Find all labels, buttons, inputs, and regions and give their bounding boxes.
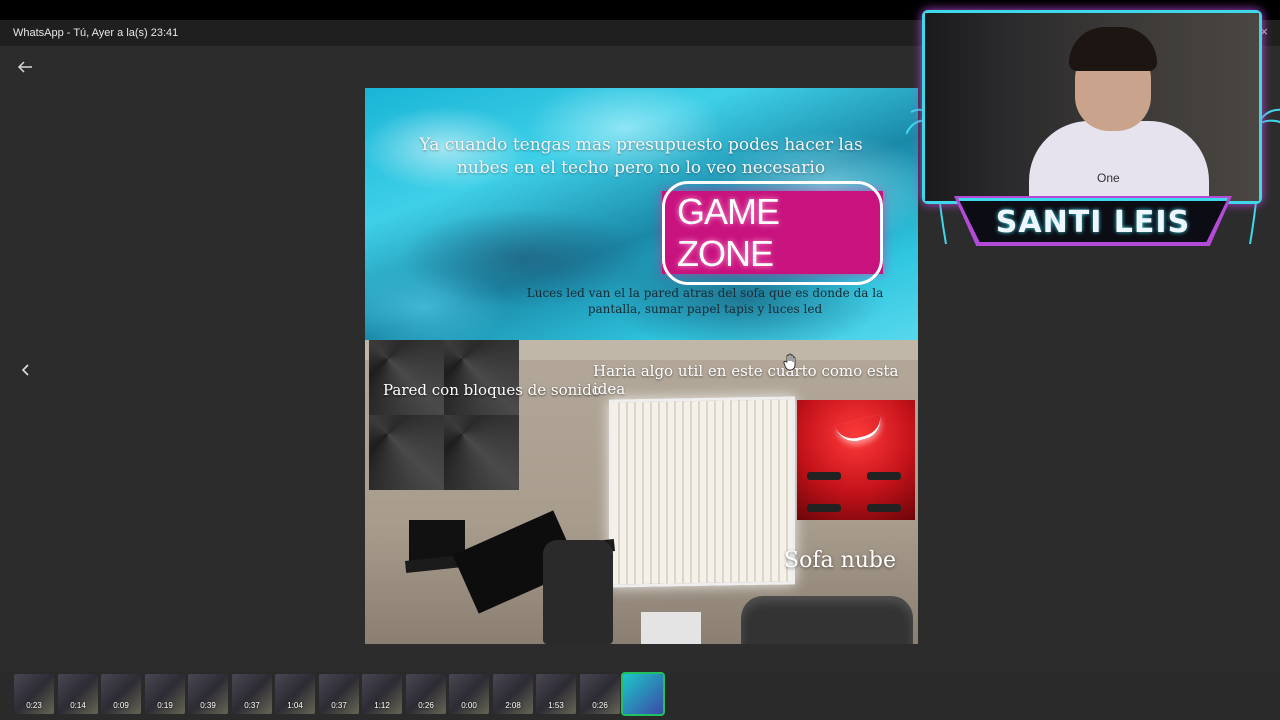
sky-section: Ya cuando tengas mas presupuesto podes h… [365, 88, 918, 340]
thumbnail-duration: 0:39 [200, 701, 216, 710]
media-thumbnail[interactable]: 0:39 [188, 674, 228, 714]
thumbnail-strip: 0:23 0:14 0:09 0:19 0:39 0:37 1:04 0:37 1:12 0:26… [0, 672, 1280, 720]
swoosh-icon [835, 414, 885, 446]
thumbnail-duration: 0:19 [157, 701, 173, 710]
sofa-label: Sofa nube [784, 548, 897, 573]
thumbnail-duration: 0:26 [418, 701, 434, 710]
thumbnail-duration: 2:08 [505, 701, 521, 710]
window-title: WhatsApp - Tú, Ayer a la(s) 23:41 [13, 27, 179, 39]
media-thumbnail[interactable]: 0:37 [232, 674, 272, 714]
thumbnail-duration: 0:23 [26, 701, 42, 710]
game-zone-sign: GAME ZONE [662, 180, 883, 285]
media-thumbnail[interactable]: 0:00 [449, 674, 489, 714]
arrow-left-icon [17, 61, 32, 73]
media-thumbnail[interactable]: 1:12 [362, 674, 402, 714]
shelf [867, 472, 901, 480]
media-image[interactable]: Ya cuando tengas mas presupuesto podes h… [365, 88, 918, 644]
thumbnail-duration: 0:09 [113, 701, 129, 710]
person-hair [1069, 27, 1157, 71]
thumbnail-duration: 0:00 [461, 701, 477, 710]
webcam-video: One [925, 13, 1259, 201]
cloud-sofa [741, 596, 913, 644]
thumbnail-duration: 0:14 [70, 701, 86, 710]
shirt-logo: One [1097, 171, 1120, 185]
media-thumbnail[interactable]: 0:14 [58, 674, 98, 714]
pc-case [641, 612, 701, 644]
webcam-overlay: One SANTI LEIS [906, 0, 1280, 250]
thumbnail-duration: 1:04 [287, 701, 303, 710]
media-thumbnail[interactable]: 2:08 [493, 674, 533, 714]
media-thumbnail[interactable]: 0:19 [145, 674, 185, 714]
streamer-name: SANTI LEIS [995, 205, 1191, 240]
person-body [1029, 121, 1209, 201]
media-thumbnail[interactable]: 0:37 [319, 674, 359, 714]
neon-sign-text: GAME ZONE [662, 180, 883, 285]
thumbnail-duration: 0:26 [592, 701, 608, 710]
media-thumbnail[interactable]: 1:04 [275, 674, 315, 714]
shelf [807, 504, 841, 512]
previous-media-button[interactable] [16, 360, 36, 380]
media-thumbnail[interactable] [621, 672, 665, 716]
room-section: Pared con bloques de sonido Haria algo u… [365, 340, 918, 644]
chevron-left-icon [21, 364, 29, 376]
window-blinds [609, 396, 795, 588]
room-caption: Haria algo util en este cuarto como esta… [593, 362, 899, 398]
panel-label: Pared con bloques de sonido [383, 381, 601, 399]
shelf [807, 472, 841, 480]
media-thumbnail[interactable]: 0:23 [14, 674, 54, 714]
media-thumbnail[interactable]: 0:26 [580, 674, 620, 714]
sound-panels [369, 340, 519, 490]
media-thumbnail[interactable]: 0:09 [101, 674, 141, 714]
sky-caption: Ya cuando tengas mas presupuesto podes h… [419, 135, 863, 178]
thumbnail-duration: 0:37 [331, 701, 347, 710]
gaming-chair [543, 540, 613, 644]
neon-shoe-wall [797, 400, 915, 520]
media-thumbnail[interactable]: 0:26 [406, 674, 446, 714]
hand-cursor-icon [783, 353, 796, 371]
back-button[interactable] [14, 58, 36, 76]
thumbnail-duration: 0:37 [244, 701, 260, 710]
thumbnail-duration: 1:12 [374, 701, 390, 710]
shelf [867, 504, 901, 512]
thumbnail-duration: 1:53 [548, 701, 564, 710]
media-thumbnail[interactable]: 1:53 [536, 674, 576, 714]
sky-note: Luces led van el la pared atras del sofa… [526, 286, 884, 316]
